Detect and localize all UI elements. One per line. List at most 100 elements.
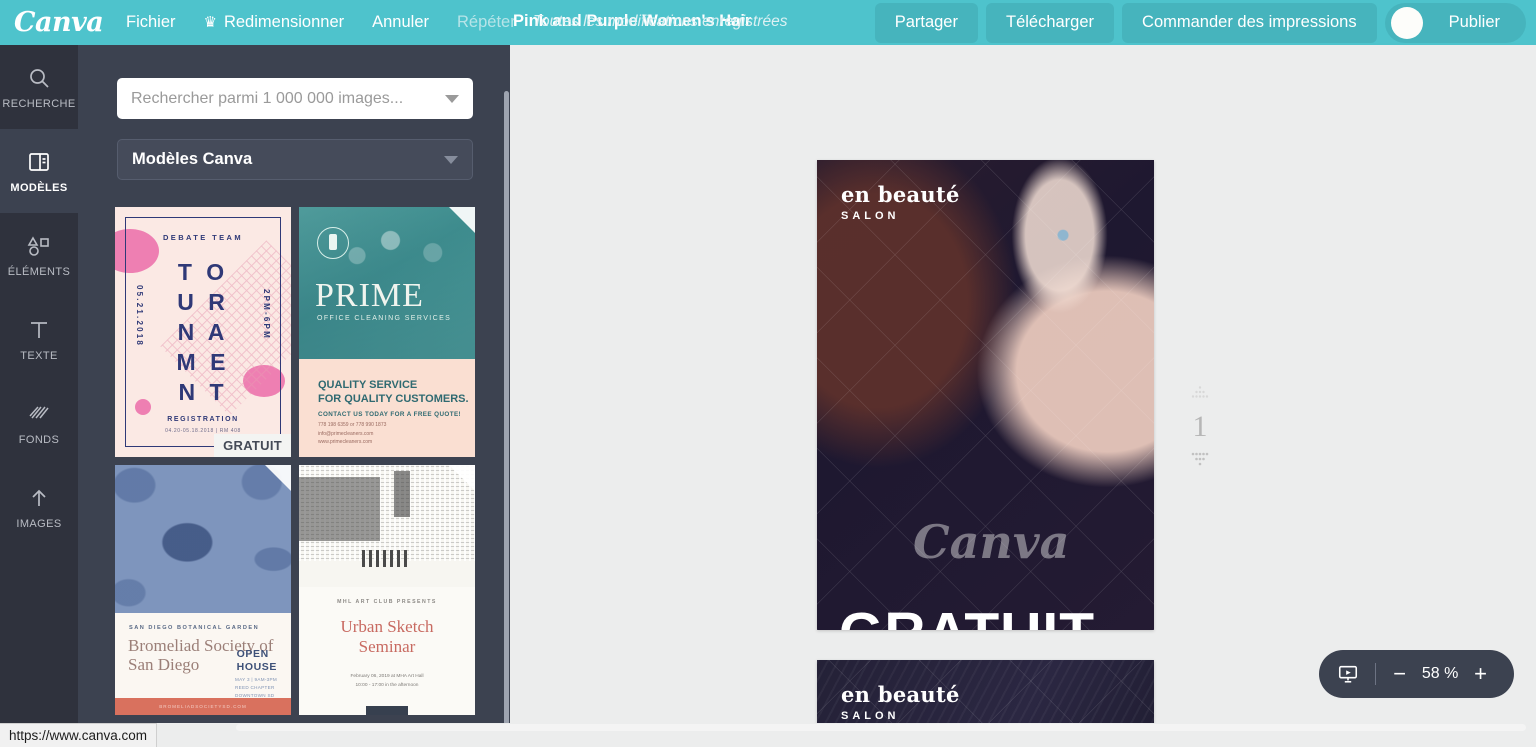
contact-phone: 778 198 6359 or 778 990 1873 (318, 422, 387, 428)
template-card-bromeliad[interactable]: SAN DIEGO BOTANICAL GARDEN Bromeliad Soc… (115, 465, 291, 715)
text-icon (27, 317, 51, 343)
save-status: Toutes les modifications enregistrées (533, 13, 788, 30)
template-word: T O (177, 259, 229, 285)
page-headline[interactable]: GRATUIT (839, 600, 1095, 630)
open-label: OPEN (236, 648, 269, 660)
sidebar-item-elements[interactable]: ÉLÉMENTS (0, 213, 78, 297)
divider (1375, 663, 1377, 685)
template-footer: REGISTRATION (167, 416, 239, 423)
template-kicker: SAN DIEGO BOTANICAL GARDEN (129, 625, 260, 631)
detail-line3: DOWNTOWN SD (234, 692, 275, 698)
brand-line-2: SALON (841, 710, 900, 722)
panel-scrollbar[interactable] (504, 91, 509, 731)
decor-figures (362, 550, 409, 567)
sidebar-item-label: ÉLÉMENTS (7, 265, 71, 278)
detail-line2: 10:00 - 17:00 in the afternoon (355, 682, 419, 688)
detail-line1: February 06, 2019 at MHA Art Hall (350, 674, 424, 679)
sidebar-item-images[interactable]: IMAGES (0, 465, 78, 549)
zoom-out-button[interactable]: − (1382, 663, 1417, 685)
chevron-down-icon[interactable] (444, 155, 458, 164)
contact-email: info@primecleaners.com (318, 430, 374, 437)
menu-label: Répéter (457, 13, 516, 31)
menu-label: Redimensionner (223, 13, 345, 31)
chevron-down-icon[interactable] (445, 94, 459, 103)
left-rail: RECHERCHE MODÈLES ÉLÉMENTS TEXTE FONDS I… (0, 45, 78, 747)
template-open-house: OPEN HOUSE (237, 648, 277, 673)
zoom-in-button[interactable]: + (1463, 663, 1498, 685)
headline-line1: QUALITY SERVICE (318, 379, 418, 391)
template-card-tournament[interactable]: DEBATE TEAM T O U R N A M E N T 05.21.20… (115, 207, 291, 457)
chevron-up-dots-icon[interactable] (1186, 385, 1214, 403)
status-url: https://www.canva.com (0, 723, 158, 747)
title-line1: Urban Sketch (340, 617, 434, 636)
canva-logo[interactable]: Canva (0, 7, 112, 38)
download-button[interactable]: Télécharger (985, 2, 1115, 43)
status-bar: https://www.canva.com (0, 723, 1536, 747)
menu-item-redimensionner[interactable]: ♛ Redimensionner (190, 13, 359, 32)
sidebar-item-label: TEXTE (20, 349, 58, 362)
page-brand: en beauté SALON (841, 182, 960, 222)
filter-value: Modèles Canva (132, 150, 253, 168)
decor-block (365, 706, 409, 715)
horizontal-scrollbar[interactable] (236, 724, 1526, 731)
dogear-icon (265, 465, 291, 491)
top-toolbar: Canva Fichier ♛ Redimensionner Annuler R… (0, 0, 1536, 45)
top-actions: Partager Télécharger Commander des impre… (874, 0, 1526, 45)
crown-icon: ♛ (203, 14, 217, 31)
footer-text: BROMELIADSOCIETYSD.COM (159, 704, 247, 709)
template-title: PRIME (315, 277, 424, 314)
template-time: 2PM-6PM (262, 289, 271, 340)
publish-label: Publier (1448, 13, 1500, 31)
search-input[interactable] (131, 89, 445, 108)
template-details: February 06, 2019 at MHA Art Hall 10:00 … (299, 673, 475, 690)
template-word: N T (178, 379, 228, 405)
share-button[interactable]: Partager (874, 2, 978, 43)
spray-bottle-icon (329, 234, 337, 250)
template-kicker: DEBATE TEAM (162, 233, 243, 242)
chevron-down-dots-icon[interactable] (1186, 451, 1214, 469)
shapes-icon (26, 233, 52, 259)
menu-item-fichier[interactable]: Fichier (112, 13, 190, 32)
template-word: M E (176, 349, 230, 375)
template-headline: QUALITY SERVICE FOR QUALITY CUSTOMERS. (318, 379, 469, 407)
template-date: 05.21.2018 (135, 285, 144, 348)
template-grid: DEBATE TEAM T O U R N A M E N T 05.21.20… (115, 207, 485, 715)
contact-web: www.primecleaners.com (318, 439, 373, 445)
canva-watermark: Canva (913, 515, 1070, 569)
design-page-1[interactable]: en beauté SALON Canva GRATUIT ÉCHANTILLO… (817, 160, 1154, 630)
template-cta: CONTACT US TODAY FOR A FREE QUOTE! (318, 411, 462, 418)
background-icon (27, 401, 51, 427)
sidebar-item-fonds[interactable]: FONDS (0, 381, 78, 465)
template-details: MAY 3 | 9AM-3PM REED CHAPTER DOWNTOWN SD (235, 676, 277, 699)
order-prints-button[interactable]: Commander des impressions (1122, 2, 1377, 43)
house-label: HOUSE (236, 660, 277, 673)
dogear-icon (449, 207, 475, 233)
design-page-2[interactable]: en beauté SALON (817, 660, 1154, 723)
menu-item-annuler[interactable]: Annuler (358, 13, 443, 32)
template-title: Urban Sketch Seminar (299, 617, 475, 657)
page-brand: en beauté SALON (841, 682, 960, 722)
template-card-urban-sketch[interactable]: MHL ART CLUB PRESENTS Urban Sketch Semin… (299, 465, 475, 715)
search-box[interactable] (117, 78, 473, 119)
presentation-icon[interactable] (1335, 663, 1369, 685)
avatar (1390, 6, 1423, 39)
menu-label: Fichier (126, 13, 176, 31)
sidebar-item-modeles[interactable]: MODÈLES (0, 129, 78, 213)
templates-icon (27, 149, 51, 175)
menu-label: Annuler (372, 13, 429, 31)
page-navigator: 1 (1180, 385, 1220, 469)
decor-tower (394, 471, 411, 517)
dogear-icon (449, 465, 475, 491)
zoom-level: 58 % (1421, 665, 1459, 682)
title-line2: Seminar (358, 637, 416, 657)
publish-button[interactable]: Publier (1384, 2, 1526, 43)
design-canvas[interactable]: en beauté SALON Canva GRATUIT ÉCHANTILLO… (510, 45, 1536, 723)
brand-line-1: en beauté (841, 682, 960, 707)
canva-editor: Canva Fichier ♛ Redimensionner Annuler R… (0, 0, 1536, 747)
sidebar-item-recherche[interactable]: RECHERCHE (0, 45, 78, 129)
sidebar-item-texte[interactable]: TEXTE (0, 297, 78, 381)
template-card-prime[interactable]: PRIME OFFICE CLEANING SERVICES QUALITY S… (299, 207, 475, 457)
template-filter-select[interactable]: Modèles Canva (117, 139, 473, 180)
sidebar-item-label: FONDS (18, 433, 60, 446)
template-footer-bar: BROMELIADSOCIETYSD.COM (115, 698, 291, 715)
